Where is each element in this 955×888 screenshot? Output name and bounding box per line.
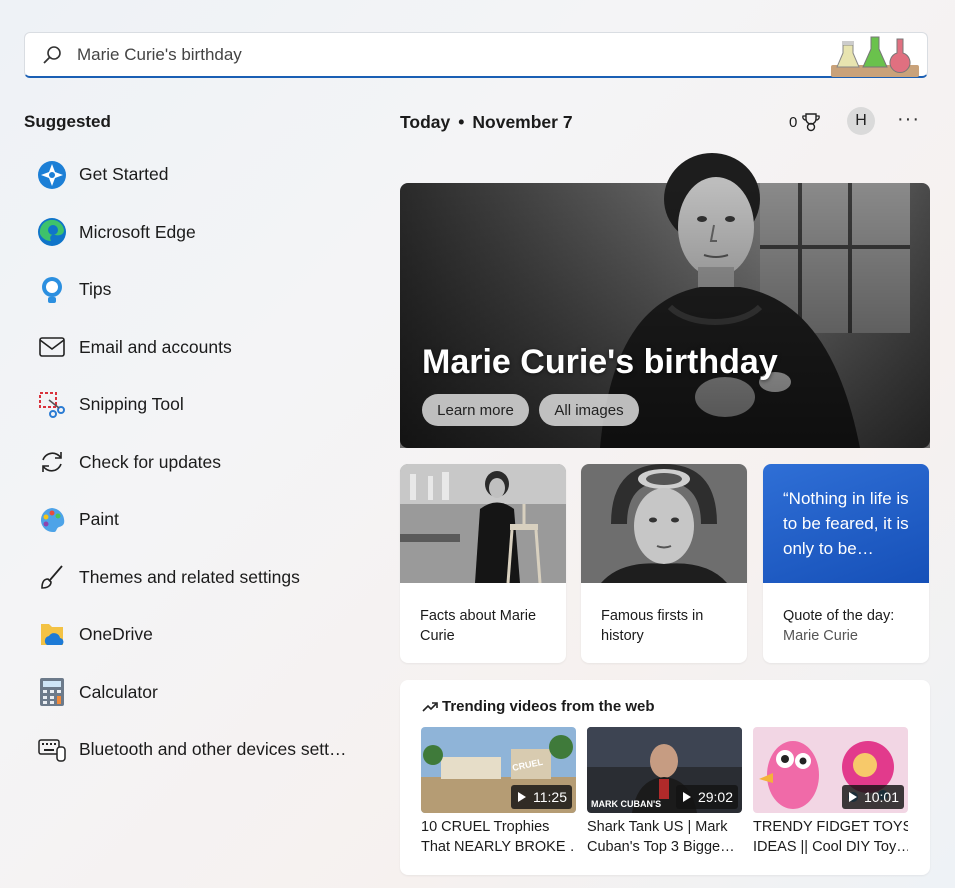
avatar[interactable]: H bbox=[847, 107, 875, 135]
snipping-tool-icon bbox=[36, 389, 68, 421]
video-title-line1: Shark Tank US | Mark bbox=[587, 819, 728, 835]
sugg-item-microsoft-edge[interactable]: Microsoft Edge bbox=[24, 204, 364, 262]
more-options-button[interactable]: ··· bbox=[897, 108, 920, 131]
sugg-label: OneDrive bbox=[79, 624, 153, 645]
trending-heading: Trending videos from the web bbox=[422, 698, 655, 715]
points-value: 0 bbox=[789, 113, 798, 131]
science-flasks-icon bbox=[831, 36, 919, 77]
today-heading: Today • November 7 bbox=[400, 112, 573, 133]
hero-title: Marie Curie's birthday bbox=[422, 343, 778, 381]
suggested-list: Get Started Microsoft Edge Tips Email an… bbox=[24, 146, 364, 779]
sugg-label: Calculator bbox=[79, 681, 158, 702]
sugg-label: Microsoft Edge bbox=[79, 221, 196, 242]
card-famous-firsts[interactable]: Famous firsts in history bbox=[581, 464, 747, 663]
trending-title: Trending videos from the web bbox=[442, 698, 655, 715]
edge-icon bbox=[36, 216, 68, 248]
trending-videos-panel: Trending videos from the web CRUEL 11:25… bbox=[400, 680, 930, 875]
trending-arrow-icon bbox=[422, 701, 438, 712]
play-icon bbox=[842, 785, 864, 809]
trophy-icon bbox=[802, 113, 821, 132]
today-label: Today bbox=[400, 112, 451, 132]
sugg-item-bluetooth[interactable]: Bluetooth and other devices sett… bbox=[24, 721, 364, 779]
sugg-item-check-updates[interactable]: Check for updates bbox=[24, 434, 364, 492]
video-item[interactable]: 10:01 TRENDY FIDGET TOYS IDEAS || Cool D… bbox=[753, 727, 908, 857]
sugg-item-paint[interactable]: Paint bbox=[24, 491, 364, 549]
rewards-points[interactable]: 0 bbox=[789, 112, 821, 132]
sugg-label: Snipping Tool bbox=[79, 394, 184, 415]
all-images-button[interactable]: All images bbox=[539, 394, 639, 426]
separator: • bbox=[458, 112, 465, 132]
mail-icon bbox=[36, 331, 68, 363]
play-icon bbox=[511, 785, 533, 809]
card-caption: Famous firsts in history bbox=[601, 608, 704, 644]
quote-text: “Nothing in life is to be feared, it is … bbox=[783, 489, 909, 558]
sugg-item-email-accounts[interactable]: Email and accounts bbox=[24, 319, 364, 377]
quote-author: Marie Curie bbox=[783, 628, 858, 644]
sugg-label: Themes and related settings bbox=[79, 566, 300, 587]
video-thumbnail: 10:01 bbox=[753, 727, 908, 813]
video-item[interactable]: MARK CUBAN'S 29:02 Shark Tank US | Mark … bbox=[587, 727, 742, 857]
search-box[interactable] bbox=[24, 32, 928, 78]
video-title-line1: TRENDY FIDGET TOYS bbox=[753, 819, 908, 835]
calculator-icon bbox=[36, 676, 68, 708]
search-icon bbox=[41, 44, 63, 66]
duration-text: 11:25 bbox=[533, 789, 567, 805]
sugg-item-calculator[interactable]: Calculator bbox=[24, 664, 364, 722]
sugg-label: Tips bbox=[79, 279, 112, 300]
video-duration-badge: 29:02 bbox=[675, 785, 738, 809]
play-icon bbox=[676, 785, 698, 809]
bluetooth-devices-icon bbox=[36, 734, 68, 766]
video-title-line2: IDEAS || Cool DIY Toy… bbox=[753, 839, 908, 855]
quote-caption-label: Quote of the day: bbox=[783, 608, 895, 624]
sugg-item-get-started[interactable]: Get Started bbox=[24, 146, 364, 204]
paint-icon bbox=[36, 504, 68, 536]
onedrive-icon bbox=[36, 619, 68, 651]
sugg-label: Check for updates bbox=[79, 451, 222, 472]
date-label: November 7 bbox=[472, 112, 573, 132]
sugg-label: Email and accounts bbox=[79, 336, 232, 357]
learn-more-button[interactable]: Learn more bbox=[422, 394, 529, 426]
refresh-icon bbox=[36, 446, 68, 478]
duration-text: 29:02 bbox=[697, 789, 733, 805]
video-title-line1: 10 CRUEL Trophies bbox=[421, 819, 550, 835]
sugg-label: Bluetooth and other devices sett… bbox=[79, 739, 347, 760]
video-thumbnail: CRUEL 11:25 bbox=[421, 727, 576, 813]
sugg-label: Get Started bbox=[79, 164, 169, 185]
sugg-label: Paint bbox=[79, 509, 119, 530]
quote-banner: “Nothing in life is to be feared, it is … bbox=[763, 464, 929, 583]
suggested-heading: Suggested bbox=[24, 112, 111, 131]
video-duration-badge: 11:25 bbox=[511, 785, 572, 809]
search-input[interactable] bbox=[75, 43, 779, 66]
svg-text:MARK CUBAN'S: MARK CUBAN'S bbox=[591, 799, 661, 809]
card-caption: Quote of the day: Marie Curie bbox=[783, 606, 913, 646]
video-item[interactable]: CRUEL 11:25 10 CRUEL Trophies That NEARL… bbox=[421, 727, 576, 857]
duration-text: 10:01 bbox=[863, 789, 899, 805]
video-thumbnail: MARK CUBAN'S 29:02 bbox=[587, 727, 742, 813]
video-duration-badge: 10:01 bbox=[841, 785, 904, 809]
sugg-item-onedrive[interactable]: OneDrive bbox=[24, 606, 364, 664]
card-quote-of-day[interactable]: “Nothing in life is to be feared, it is … bbox=[763, 464, 929, 663]
sugg-item-themes[interactable]: Themes and related settings bbox=[24, 549, 364, 607]
sugg-item-tips[interactable]: Tips bbox=[24, 261, 364, 319]
brush-icon bbox=[36, 561, 68, 593]
get-started-icon bbox=[36, 159, 68, 191]
hero-card[interactable]: Marie Curie's birthday Learn more All im… bbox=[400, 153, 930, 448]
card-facts-marie-curie[interactable]: Facts about Marie Curie bbox=[400, 464, 566, 663]
video-title-line2: Cuban's Top 3 Bigge… bbox=[587, 839, 735, 855]
video-title-line2: That NEARLY BROKE … bbox=[421, 839, 576, 855]
card-caption: Facts about Marie Curie bbox=[420, 608, 537, 644]
aviator-portrait-image bbox=[581, 464, 747, 583]
sugg-item-snipping-tool[interactable]: Snipping Tool bbox=[24, 376, 364, 434]
marie-curie-lab-image bbox=[400, 464, 566, 583]
tips-icon bbox=[36, 274, 68, 306]
